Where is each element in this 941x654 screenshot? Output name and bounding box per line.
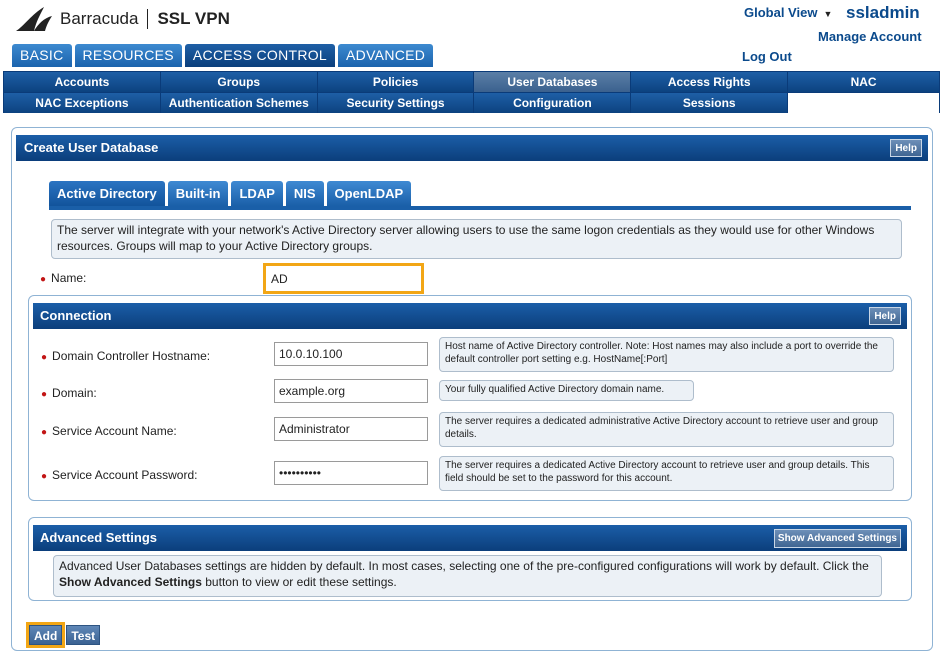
- subnav-accounts[interactable]: Accounts: [4, 72, 160, 92]
- name-input[interactable]: [266, 266, 421, 291]
- product-name: SSL VPN: [157, 9, 230, 28]
- subnav-groups[interactable]: Groups: [160, 72, 317, 92]
- subnav-configuration[interactable]: Configuration: [474, 93, 631, 113]
- service-account-name-label: ● Service Account Name:: [41, 424, 177, 438]
- caret-down-icon: ▼: [823, 9, 833, 19]
- description-box: The server will integrate with your netw…: [51, 219, 902, 259]
- connection-section: Connection Help ● Domain Controller Hostn…: [28, 295, 912, 501]
- name-label: ● Name:: [40, 271, 87, 285]
- help-button[interactable]: Help: [890, 139, 922, 157]
- barracuda-fish-icon: [16, 7, 52, 31]
- connection-header: Connection Help: [33, 303, 907, 329]
- subnav-policies[interactable]: Policies: [317, 72, 474, 92]
- brand-name: Barracuda: [60, 9, 139, 28]
- connection-title: Connection: [40, 308, 112, 323]
- tab-nis[interactable]: NIS: [285, 181, 324, 206]
- add-button[interactable]: Add: [29, 625, 63, 645]
- subnav-user-databases[interactable]: User Databases: [474, 72, 631, 92]
- advanced-settings-title: Advanced Settings: [40, 530, 158, 545]
- service-account-password-hint: The server requires a dedicated Active D…: [439, 456, 894, 491]
- required-bullet-icon: ●: [40, 274, 47, 285]
- create-user-database-panel: Create User Database Help Active Directo…: [11, 127, 933, 651]
- domain-input[interactable]: [274, 379, 428, 403]
- domain-hint: Your fully qualified Active Directory do…: [439, 380, 694, 401]
- service-account-name-input[interactable]: [274, 417, 428, 441]
- global-view-dropdown[interactable]: Global View ▼: [744, 5, 832, 20]
- name-field-highlight: [263, 263, 424, 294]
- logo-divider: [147, 9, 149, 29]
- show-advanced-settings-button[interactable]: Show Advanced Settings: [773, 529, 901, 548]
- subnav-empty-cell: [788, 93, 939, 113]
- main-tabs: BASIC RESOURCES ACCESS CONTROL ADVANCED: [12, 44, 434, 67]
- test-button[interactable]: Test: [66, 625, 101, 645]
- subnav-authentication-schemes[interactable]: Authentication Schemes: [160, 93, 317, 113]
- domain-label: ● Domain:: [41, 386, 97, 400]
- service-account-password-input[interactable]: [274, 461, 428, 485]
- hostname-label: ● Domain Controller Hostname:: [41, 349, 211, 363]
- subnav-sessions[interactable]: Sessions: [631, 93, 788, 113]
- panel-header: Create User Database Help: [16, 135, 928, 161]
- tab-advanced[interactable]: ADVANCED: [338, 44, 434, 67]
- sub-navigation: Accounts Groups Policies User Databases …: [3, 71, 940, 113]
- subnav-security-settings[interactable]: Security Settings: [317, 93, 474, 113]
- manage-account-link[interactable]: Manage Account: [818, 29, 922, 44]
- tab-basic[interactable]: BASIC: [12, 44, 72, 67]
- required-bullet-icon: ●: [41, 352, 48, 363]
- tab-built-in[interactable]: Built-in: [167, 181, 229, 206]
- advanced-settings-note: Advanced User Databases settings are hid…: [53, 555, 882, 597]
- connection-help-button[interactable]: Help: [869, 307, 901, 325]
- tab-openldap[interactable]: OpenLDAP: [326, 181, 412, 206]
- subnav-nac[interactable]: NAC: [788, 72, 939, 92]
- required-bullet-icon: ●: [41, 389, 48, 400]
- subnav-access-rights[interactable]: Access Rights: [631, 72, 788, 92]
- service-account-password-label: ● Service Account Password:: [41, 468, 198, 482]
- tab-resources[interactable]: RESOURCES: [74, 44, 182, 67]
- database-type-tabs: Active Directory Built-in LDAP NIS OpenL…: [49, 181, 412, 206]
- advanced-settings-header: Advanced Settings Show Advanced Settings: [33, 525, 907, 551]
- subnav-nac-exceptions[interactable]: NAC Exceptions: [4, 93, 160, 113]
- advanced-settings-section: Advanced Settings Show Advanced Settings…: [28, 517, 912, 601]
- hostname-input[interactable]: [274, 342, 428, 366]
- panel-title: Create User Database: [24, 140, 159, 155]
- service-account-name-hint: The server requires a dedicated administ…: [439, 412, 894, 447]
- tab-active-directory[interactable]: Active Directory: [49, 181, 165, 206]
- logout-link[interactable]: Log Out: [742, 49, 792, 64]
- tab-access-control[interactable]: ACCESS CONTROL: [184, 44, 336, 67]
- tabs-underline: [49, 206, 911, 210]
- required-bullet-icon: ●: [41, 427, 48, 438]
- hostname-hint: Host name of Active Directory controller…: [439, 337, 894, 372]
- barracuda-logo: Barracuda SSL VPN: [14, 4, 230, 34]
- tab-ldap[interactable]: LDAP: [231, 181, 283, 206]
- username: ssladmin: [846, 3, 920, 22]
- add-button-highlight: Add: [26, 622, 66, 648]
- action-buttons: Add Test: [26, 622, 101, 648]
- global-view-label: Global View: [744, 5, 818, 20]
- required-bullet-icon: ●: [41, 471, 48, 482]
